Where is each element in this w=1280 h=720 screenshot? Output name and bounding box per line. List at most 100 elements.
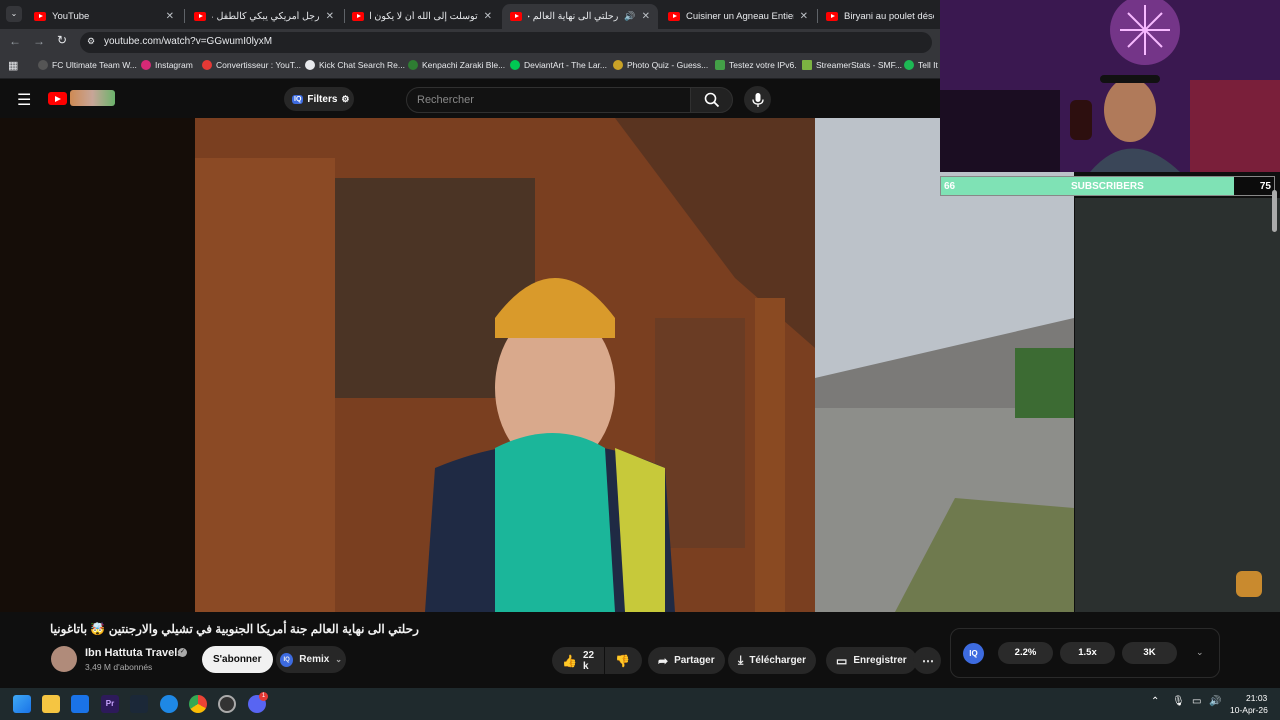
- voice-search-button[interactable]: [744, 86, 771, 113]
- display-tray-icon[interactable]: ▭: [1192, 696, 1201, 707]
- microphone-tray-icon[interactable]: 🎙: [1172, 696, 1185, 707]
- page-scrollbar[interactable]: [1272, 190, 1277, 232]
- download-button[interactable]: ⤓ Télécharger: [728, 647, 817, 674]
- bookmark-item[interactable]: FC Ultimate Team W...: [38, 60, 137, 70]
- close-tab-icon[interactable]: ✕: [642, 11, 650, 22]
- chrome-icon[interactable]: [189, 695, 207, 713]
- bookmark-item[interactable]: Instagram: [141, 60, 193, 70]
- youtube-favicon-icon: [194, 12, 206, 21]
- like-button[interactable]: 👍 22 k: [552, 647, 604, 674]
- download-icon: ⤓: [738, 653, 744, 667]
- volume-tray-icon[interactable]: 🔊: [1209, 696, 1221, 707]
- bookmark-item[interactable]: DeviantArt - The Lar...: [510, 60, 607, 70]
- youtube-favicon-icon: [510, 12, 522, 21]
- steam-icon[interactable]: [130, 695, 148, 713]
- bookmark-favicon-icon: [202, 60, 212, 70]
- back-icon[interactable]: ←: [9, 34, 21, 48]
- remix-button[interactable]: IQ Remix ⌄: [276, 646, 346, 673]
- premiere-pro-icon[interactable]: Pr: [101, 695, 119, 713]
- share-icon: ➦: [658, 653, 669, 668]
- spotify-icon: [904, 60, 914, 70]
- browser-tab[interactable]: رجل أمريكي يبكي كالطفل عندما... ✕: [186, 4, 342, 29]
- extension-mascot-icon[interactable]: [1236, 571, 1262, 597]
- youtube-favicon-icon: [34, 12, 46, 21]
- bookmark-item[interactable]: Kenpachi Zaraki Ble...: [408, 60, 505, 70]
- apps-grid-icon[interactable]: ▦: [8, 59, 18, 72]
- audio-playing-icon[interactable]: 🔊: [624, 11, 635, 22]
- site-info-icon[interactable]: ⚙: [87, 36, 95, 47]
- bookmark-favicon-icon: [408, 60, 418, 70]
- more-actions-button[interactable]: ⋯: [913, 647, 941, 674]
- subscribe-button[interactable]: S'abonner: [202, 646, 273, 673]
- iq-logo: IQ: [963, 643, 984, 664]
- close-tab-icon[interactable]: ✕: [484, 11, 492, 22]
- browser-tab-active[interactable]: رحلتي الى نهاية العالم جنة أم... 🔊 ✕: [502, 4, 658, 29]
- dislike-button[interactable]: 👎: [605, 647, 642, 674]
- bookmark-favicon-icon: [305, 60, 315, 70]
- search-icon: [704, 92, 720, 108]
- clock-time[interactable]: 21:03: [1246, 693, 1267, 703]
- bookmark-item[interactable]: Tell It: [904, 60, 938, 70]
- bookmark-icon: ▭: [836, 653, 848, 668]
- address-bar-row: ← → ↻ ⚙ youtube.com/watch?v=GGwumI0lyxM: [0, 29, 940, 55]
- tab-list-dropdown[interactable]: ⌄: [6, 6, 22, 22]
- subscriber-count: 3,49 M d'abonnés: [85, 662, 153, 672]
- url-field[interactable]: ⚙ youtube.com/watch?v=GGwumI0lyxM: [80, 32, 932, 53]
- tab-title: توسلت إلى الله أن لا يكون الإسلا...: [370, 11, 478, 22]
- tab-title: YouTube: [52, 11, 90, 22]
- share-button[interactable]: ➦ Partager: [648, 647, 725, 674]
- iq-icon: IQ: [292, 94, 304, 104]
- checkbox-favicon-icon: [715, 60, 725, 70]
- battle-net-icon[interactable]: [160, 695, 178, 713]
- deviantart-icon: [510, 60, 520, 70]
- more-horizontal-icon: ⋯: [922, 653, 934, 668]
- channel-name[interactable]: Ibn Hattuta Travels: [85, 647, 183, 659]
- sub-label: SUBSCRIBERS: [1071, 181, 1144, 192]
- chevron-down-icon[interactable]: ⌄: [1196, 647, 1204, 658]
- hamburger-menu-icon[interactable]: ☰: [17, 90, 31, 110]
- browser-tab[interactable]: توسلت إلى الله أن لا يكون الإسلا... ✕: [344, 4, 500, 29]
- sub-goal: 75: [1259, 181, 1271, 192]
- verified-check-icon: ✓: [178, 648, 187, 657]
- bookmark-item[interactable]: StreamerStats - SMF...: [802, 60, 902, 70]
- search-input[interactable]: Rechercher: [406, 87, 691, 113]
- save-button[interactable]: ▭ Enregistrer: [826, 647, 917, 674]
- tray-overflow-icon[interactable]: ⌃: [1151, 696, 1159, 707]
- iq-stat-button[interactable]: 2.2%: [998, 642, 1053, 664]
- microphone-icon: [751, 92, 764, 107]
- close-tab-icon[interactable]: ✕: [166, 11, 174, 22]
- bookmark-favicon-icon: [38, 60, 48, 70]
- filters-button[interactable]: IQ Filters ⚙: [284, 87, 354, 111]
- url-text: youtube.com/watch?v=GGwumI0lyxM: [104, 36, 273, 47]
- subscriber-goal-bar: 66 SUBSCRIBERS 75: [940, 176, 1275, 196]
- windows-start-icon[interactable]: [13, 695, 31, 713]
- bookmark-item[interactable]: Photo Quiz - Guess...: [613, 60, 708, 70]
- tab-title: Cuisiner un Agneau Entier sous...: [686, 11, 794, 22]
- side-panel: [1075, 198, 1280, 612]
- iq-stat-button[interactable]: 1.5x: [1060, 642, 1115, 664]
- close-tab-icon[interactable]: ✕: [800, 11, 808, 22]
- chevron-down-icon: ⌄: [335, 655, 342, 664]
- channel-avatar[interactable]: [51, 646, 77, 672]
- bookmark-item[interactable]: Convertisseur : YouT...: [202, 60, 301, 70]
- browser-tab[interactable]: Biryani au poulet désossé sp: [818, 4, 942, 29]
- iq-stat-button[interactable]: 3K: [1122, 642, 1177, 664]
- clock-date[interactable]: 10-Apr-26: [1230, 705, 1268, 715]
- instagram-icon: [141, 60, 151, 70]
- bookmark-item[interactable]: Kick Chat Search Re...: [305, 60, 405, 70]
- youtube-logo[interactable]: [48, 92, 67, 105]
- youtube-doodle-icon: [70, 90, 115, 106]
- discord-notification-badge: 1: [259, 692, 268, 701]
- bookmark-item[interactable]: Testez votre IPv6.: [715, 60, 797, 70]
- youtube-favicon-icon: [668, 12, 680, 21]
- youtube-favicon-icon: [352, 12, 364, 21]
- reload-icon[interactable]: ↻: [57, 33, 67, 47]
- file-explorer-icon[interactable]: [42, 695, 60, 713]
- browser-tab[interactable]: Cuisiner un Agneau Entier sous... ✕: [660, 4, 816, 29]
- browser-tab[interactable]: YouTube ✕: [26, 4, 182, 29]
- search-button[interactable]: [690, 87, 733, 113]
- forward-icon[interactable]: →: [33, 34, 45, 48]
- close-tab-icon[interactable]: ✕: [326, 11, 334, 22]
- obs-icon[interactable]: [218, 695, 236, 713]
- outlook-icon[interactable]: [71, 695, 89, 713]
